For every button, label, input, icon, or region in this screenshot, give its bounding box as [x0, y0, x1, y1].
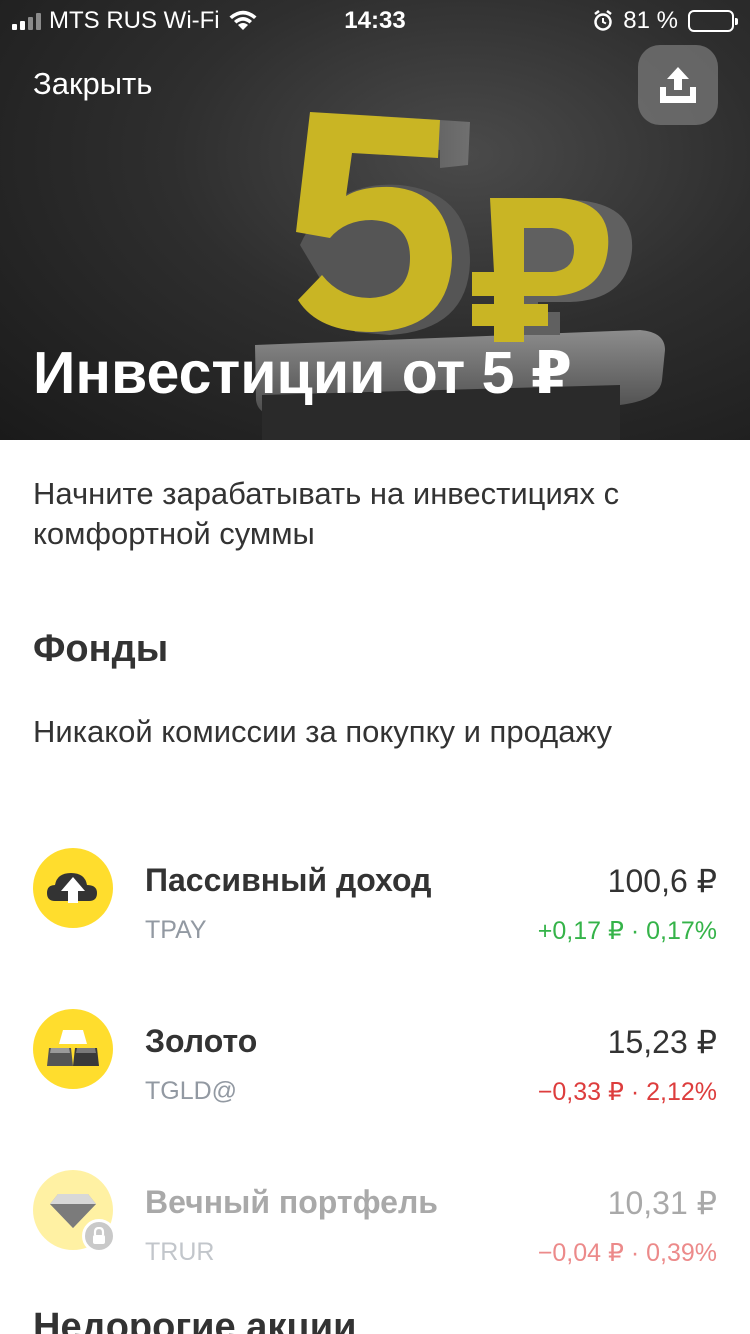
fund-name: Пассивный доход — [145, 862, 432, 898]
hero-banner: MTS RUS Wi-Fi 14:33 81 % Закрыть Инвести… — [0, 0, 750, 440]
fund-row-tgld[interactable]: Золото TGLD@ 15,23 ₽ −0,33 ₽ · 2,12% — [0, 1003, 750, 1113]
intro-subtitle: Начните зарабатывать на инвестициях с ко… — [33, 476, 620, 551]
funds-section-description: Никакой комиссии за покупку и продажу — [33, 714, 613, 749]
fund-change: +0,17 ₽ · 0,17% — [537, 917, 717, 945]
fund-price: 15,23 ₽ — [607, 1024, 717, 1060]
gold-bars-icon — [47, 1030, 99, 1066]
fund-ticker: TGLD@ — [145, 1077, 238, 1105]
cloud-upload-icon — [47, 873, 97, 903]
fund-name: Вечный портфель — [145, 1184, 438, 1220]
fund-ticker: TRUR — [145, 1238, 215, 1266]
fund-price: 100,6 ₽ — [607, 863, 717, 899]
cheap-stocks-section-title: Недорогие акции — [33, 1306, 357, 1334]
fund-name: Золото — [145, 1023, 258, 1059]
status-bar: MTS RUS Wi-Fi 14:33 81 % — [0, 0, 750, 40]
share-upload-icon — [660, 67, 696, 103]
lock-icon — [82, 1219, 116, 1253]
fund-change: −0,33 ₽ · 2,12% — [537, 1078, 717, 1106]
alarm-icon — [594, 10, 613, 31]
fund-logo — [33, 848, 113, 928]
share-button[interactable] — [638, 45, 718, 125]
status-right-group: 81 % — [593, 7, 738, 35]
close-button[interactable]: Закрыть — [33, 66, 152, 102]
funds-section-title: Фонды — [33, 628, 169, 670]
battery-icon — [688, 10, 738, 32]
fund-price: 10,31 ₽ — [607, 1185, 717, 1221]
fund-ticker: TPAY — [145, 916, 207, 944]
fund-change: −0,04 ₽ · 0,39% — [537, 1239, 717, 1267]
fund-row-trur[interactable]: Вечный портфель TRUR 10,31 ₽ −0,04 ₽ · 0… — [0, 1164, 750, 1274]
fund-row-tpay[interactable]: Пассивный доход TPAY 100,6 ₽ +0,17 ₽ · 0… — [0, 842, 750, 952]
fund-logo — [33, 1009, 113, 1089]
page-title: Инвестиции от 5 ₽ — [33, 340, 572, 406]
battery-percent: 81 % — [623, 7, 678, 34]
